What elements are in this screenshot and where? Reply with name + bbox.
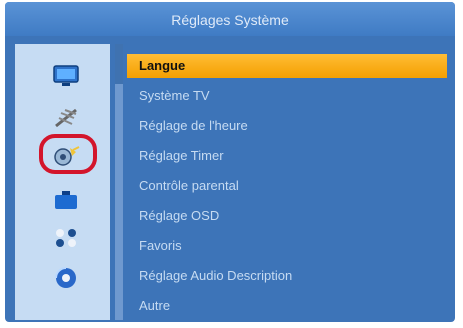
menu-item-audio-description[interactable]: Réglage Audio Description [127, 264, 447, 288]
toolbox-icon[interactable] [52, 188, 80, 212]
menu-item-autre[interactable]: Autre [127, 294, 447, 318]
menu-item-controle-parental[interactable]: Contrôle parental [127, 174, 447, 198]
selected-icon-highlight [39, 134, 97, 174]
menu-scrollbar[interactable] [115, 44, 123, 320]
menu-item-reglage-timer[interactable]: Réglage Timer [127, 144, 447, 168]
sidebar [15, 44, 110, 320]
menu-item-systeme-tv[interactable]: Système TV [127, 84, 447, 108]
settings-window: Réglages Système Langue Système TV Régla… [5, 2, 455, 322]
antenna-icon[interactable] [52, 106, 80, 130]
menu-item-reglage-osd[interactable]: Réglage OSD [127, 204, 447, 228]
media-icon[interactable] [52, 266, 80, 290]
tv-icon[interactable] [52, 64, 80, 88]
menu-item-reglage-heure[interactable]: Réglage de l'heure [127, 114, 447, 138]
scrollbar-thumb[interactable] [115, 44, 123, 84]
menu-item-langue[interactable]: Langue [127, 54, 447, 78]
settings-menu: Langue Système TV Réglage de l'heure Rég… [127, 52, 453, 320]
menu-item-favoris[interactable]: Favoris [127, 234, 447, 258]
grid-icon[interactable] [52, 226, 80, 250]
window-title: Réglages Système [5, 2, 455, 36]
